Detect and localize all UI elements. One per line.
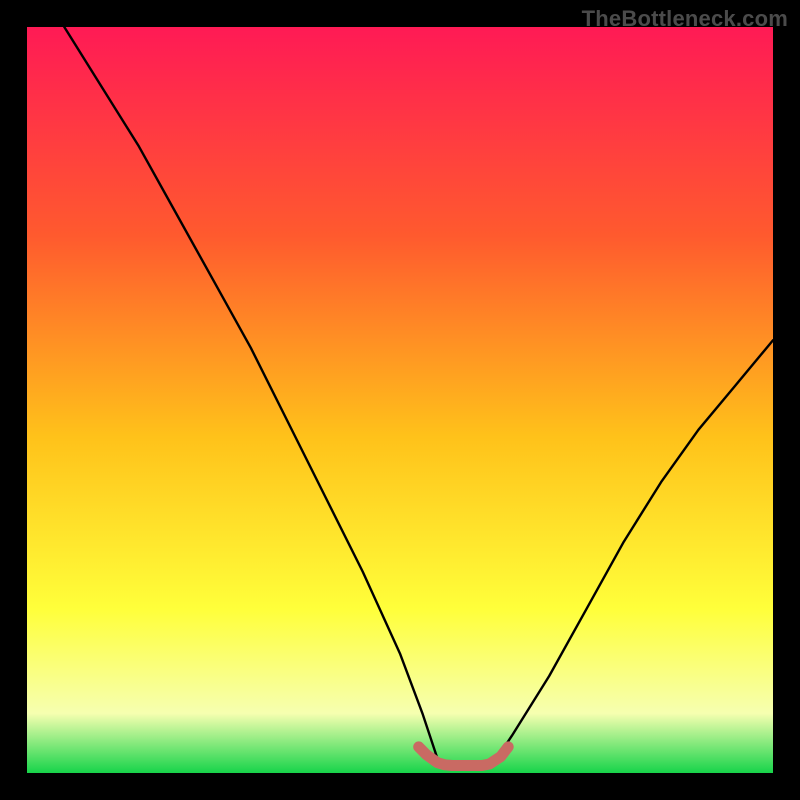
gradient-background xyxy=(27,27,773,773)
chart-frame: TheBottleneck.com xyxy=(0,0,800,800)
plot-area xyxy=(27,27,773,773)
chart-svg xyxy=(27,27,773,773)
watermark-text: TheBottleneck.com xyxy=(582,6,788,32)
